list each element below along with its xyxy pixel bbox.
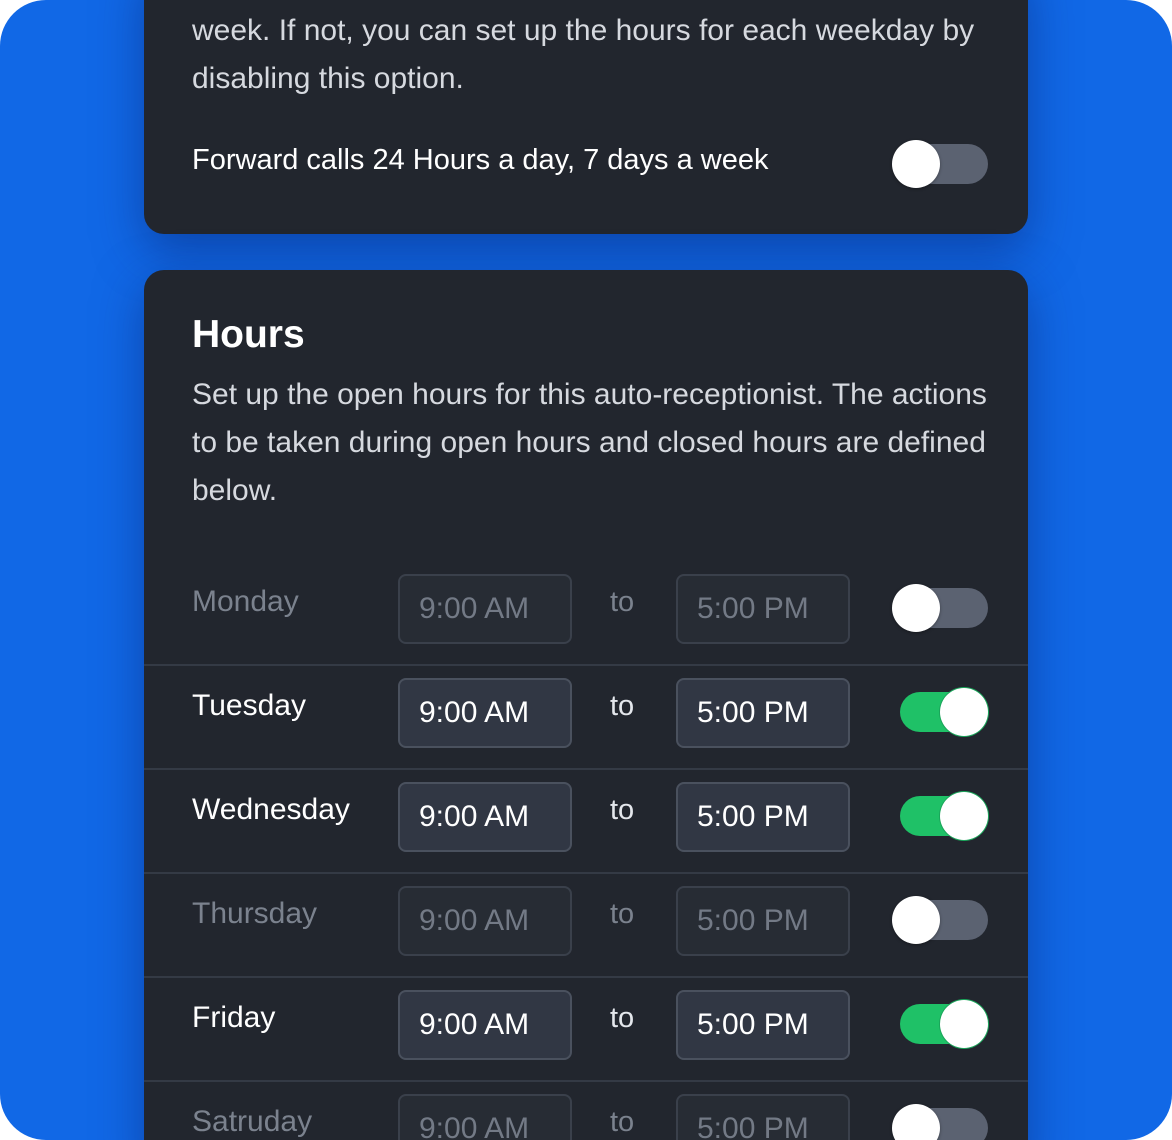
forward-24-7-toggle[interactable] xyxy=(892,140,988,188)
day-row-thursday: Thursday 9:00 AM to 5:00 PM xyxy=(144,872,1028,978)
close-time-input[interactable]: 5:00 PM xyxy=(676,886,850,956)
day-row-wednesday: Wednesday 9:00 AM to 5:00 PM xyxy=(144,768,1028,874)
open-time-input[interactable]: 9:00 AM xyxy=(398,1094,572,1140)
day-toggle-wednesday[interactable] xyxy=(900,792,988,840)
forward-24-7-label: Forward calls 24 Hours a day, 7 days a w… xyxy=(192,144,769,176)
open-time-input[interactable]: 9:00 AM xyxy=(398,574,572,644)
close-time-input[interactable]: 5:00 PM xyxy=(676,990,850,1060)
toggle-knob xyxy=(940,792,988,840)
hours-title: Hours xyxy=(192,313,305,356)
app-frame: week. If not, you can set up the hours f… xyxy=(0,0,1172,1140)
forwarding-description: week. If not, you can set up the hours f… xyxy=(192,14,975,95)
toggle-knob xyxy=(892,584,940,632)
day-name: Satruday xyxy=(192,1105,313,1138)
open-time-input[interactable]: 9:00 AM xyxy=(398,678,572,748)
day-toggle-saturday[interactable] xyxy=(892,1104,988,1140)
close-time-input[interactable]: 5:00 PM xyxy=(676,1094,850,1140)
close-time-input[interactable]: 5:00 PM xyxy=(676,678,850,748)
day-toggle-monday[interactable] xyxy=(892,584,988,632)
day-name: Monday xyxy=(192,585,299,618)
day-name: Tuesday xyxy=(192,689,306,722)
toggle-knob xyxy=(892,896,940,944)
open-time-input[interactable]: 9:00 AM xyxy=(398,990,572,1060)
to-separator: to xyxy=(610,1002,635,1034)
close-time-input[interactable]: 5:00 PM xyxy=(676,782,850,852)
to-separator: to xyxy=(610,1106,635,1138)
day-name: Thursday xyxy=(192,897,318,930)
forwarding-card: week. If not, you can set up the hours f… xyxy=(144,0,1028,234)
toggle-knob xyxy=(940,688,988,736)
day-row-friday: Friday 9:00 AM to 5:00 PM xyxy=(144,976,1028,1082)
hours-card: Hours Set up the open hours for this aut… xyxy=(144,270,1028,1140)
toggle-knob xyxy=(892,140,940,188)
toggle-knob xyxy=(892,1104,940,1140)
day-toggle-friday[interactable] xyxy=(900,1000,988,1048)
day-name: Wednesday xyxy=(192,793,350,826)
day-row-monday: Monday 9:00 AM to 5:00 PM xyxy=(144,562,1028,666)
toggle-knob xyxy=(940,1000,988,1048)
day-row-tuesday: Tuesday 9:00 AM to 5:00 PM xyxy=(144,664,1028,770)
day-toggle-tuesday[interactable] xyxy=(900,688,988,736)
open-time-input[interactable]: 9:00 AM xyxy=(398,886,572,956)
hours-description: Set up the open hours for this auto-rece… xyxy=(192,378,987,507)
to-separator: to xyxy=(610,690,635,722)
day-row-saturday: Satruday 9:00 AM to 5:00 PM xyxy=(144,1080,1028,1140)
to-separator: to xyxy=(610,586,635,618)
to-separator: to xyxy=(610,898,635,930)
open-time-input[interactable]: 9:00 AM xyxy=(398,782,572,852)
close-time-input[interactable]: 5:00 PM xyxy=(676,574,850,644)
day-toggle-thursday[interactable] xyxy=(892,896,988,944)
day-name: Friday xyxy=(192,1001,276,1034)
to-separator: to xyxy=(610,794,635,826)
